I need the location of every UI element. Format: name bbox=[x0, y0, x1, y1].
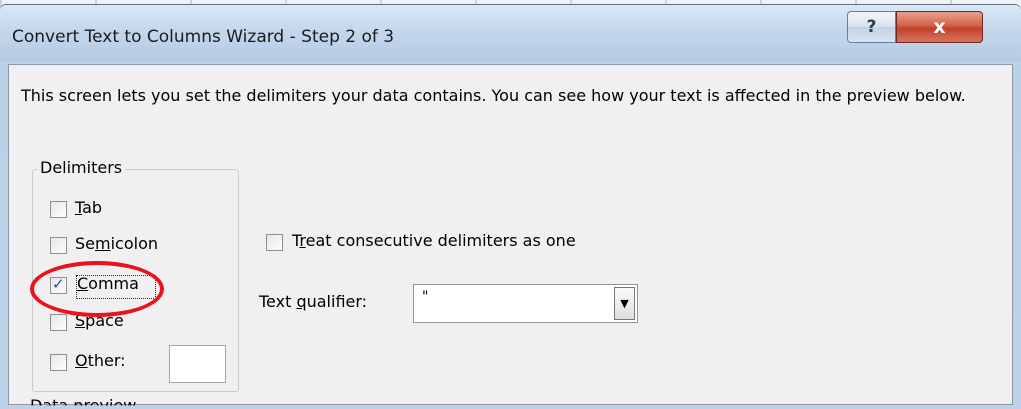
dialog-title: Convert Text to Columns Wizard - Step 2 … bbox=[12, 27, 395, 47]
space-checkbox[interactable] bbox=[50, 314, 67, 331]
other-label[interactable]: Other: bbox=[75, 351, 126, 370]
semicolon-label-post: icolon bbox=[110, 234, 158, 253]
semicolon-checkbox[interactable] bbox=[50, 237, 67, 254]
close-icon: x bbox=[933, 16, 946, 38]
comma-label-post: omma bbox=[88, 274, 139, 293]
help-button[interactable]: ? bbox=[847, 11, 896, 43]
tab-checkbox[interactable] bbox=[50, 201, 67, 218]
space-label-key: S bbox=[75, 311, 86, 330]
consecutive-delimiters-checkbox[interactable] bbox=[266, 234, 283, 251]
comma-label[interactable]: Comma bbox=[77, 274, 139, 293]
close-button[interactable]: x bbox=[896, 11, 983, 43]
title-bar: Convert Text to Columns Wizard - Step 2 … bbox=[0, 5, 1021, 61]
text-qualifier-label-post: ualifier: bbox=[306, 292, 368, 311]
tab-label[interactable]: Tab bbox=[75, 198, 102, 217]
other-delimiter-input[interactable] bbox=[169, 345, 226, 383]
semicolon-label-key: m bbox=[95, 234, 111, 253]
text-qualifier-select[interactable]: " ▼ bbox=[413, 284, 638, 323]
dropdown-arrow-glyph: ▼ bbox=[620, 297, 629, 310]
delimiters-legend: Delimiters bbox=[37, 158, 126, 177]
intro-text: This screen lets you set the delimiters … bbox=[21, 86, 966, 105]
other-checkbox[interactable] bbox=[50, 354, 67, 371]
question-icon: ? bbox=[866, 17, 877, 37]
comma-checkbox[interactable] bbox=[50, 275, 67, 294]
text-qualifier-value: " bbox=[422, 289, 429, 305]
consecutive-delimiters-label[interactable]: Treat consecutive delimiters as one bbox=[292, 231, 576, 250]
tab-label-post: ab bbox=[82, 198, 103, 217]
semicolon-label-pre: Se bbox=[75, 234, 95, 253]
space-label[interactable]: Space bbox=[75, 311, 124, 330]
space-label-post: pace bbox=[85, 311, 124, 330]
other-label-post: ther: bbox=[87, 351, 126, 370]
text-qualifier-label: Text qualifier: bbox=[259, 292, 367, 311]
semicolon-label[interactable]: Semicolon bbox=[75, 234, 158, 253]
other-label-key: O bbox=[75, 351, 88, 370]
dropdown-arrow-icon[interactable]: ▼ bbox=[614, 287, 635, 320]
text-qualifier-label-pre: Text bbox=[259, 292, 297, 311]
comma-label-key: C bbox=[77, 274, 89, 293]
consecutive-label-post: eat consecutive delimiters as one bbox=[305, 231, 576, 250]
text-qualifier-label-key: q bbox=[296, 292, 307, 311]
